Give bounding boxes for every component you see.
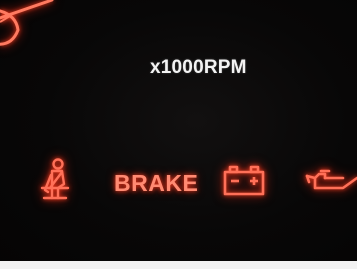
brake-warning-label: BRAKE (114, 170, 199, 196)
rpm-unit-label: x1000RPM (150, 57, 247, 78)
gauge-needle-icon (0, 0, 54, 46)
battery-icon (223, 165, 265, 196)
oil-can-icon (305, 169, 357, 190)
instrument-cluster: x1000RPM BRAKE (0, 0, 357, 269)
seatbelt-icon (40, 158, 70, 200)
bottom-edge-strip (0, 261, 357, 269)
